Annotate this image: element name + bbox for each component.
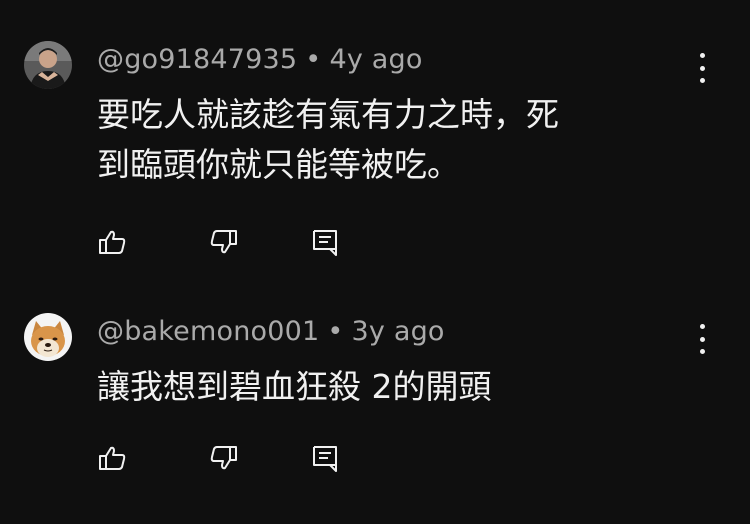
comment-text: 要吃人就該趁有氣有力之時，死 到臨頭你就只能等被吃。 (97, 95, 559, 184)
timestamp[interactable]: 3y ago (352, 316, 445, 347)
comment-item: @go91847935 • 4y ago 要吃人就該趁有氣有力之時，死 到臨頭你就只… (0, 0, 750, 270)
username[interactable]: @go91847935 (97, 44, 297, 75)
separator-dot: • (327, 316, 344, 347)
more-icon[interactable] (690, 324, 714, 354)
comment-header: @go91847935 • 4y ago (97, 44, 423, 75)
reply-icon[interactable] (310, 227, 340, 257)
avatar[interactable] (24, 313, 72, 361)
avatar[interactable] (24, 41, 72, 89)
thumbs-up-icon[interactable] (97, 227, 127, 257)
timestamp[interactable]: 4y ago (329, 44, 422, 75)
username[interactable]: @bakemono001 (97, 316, 319, 347)
reply-icon[interactable] (310, 443, 340, 473)
comment-header: @bakemono001 • 3y ago (97, 316, 445, 347)
thumbs-up-icon[interactable] (97, 443, 127, 473)
thumbs-down-icon[interactable] (209, 227, 239, 257)
comment-text: 讓我想到碧血狂殺 2的開頭 (97, 367, 492, 406)
separator-dot: • (305, 44, 322, 75)
comment-item: @bakemono001 • 3y ago 讓我想到碧血狂殺 2的開頭 (0, 270, 750, 524)
thumbs-down-icon[interactable] (209, 443, 239, 473)
more-icon[interactable] (690, 53, 714, 83)
